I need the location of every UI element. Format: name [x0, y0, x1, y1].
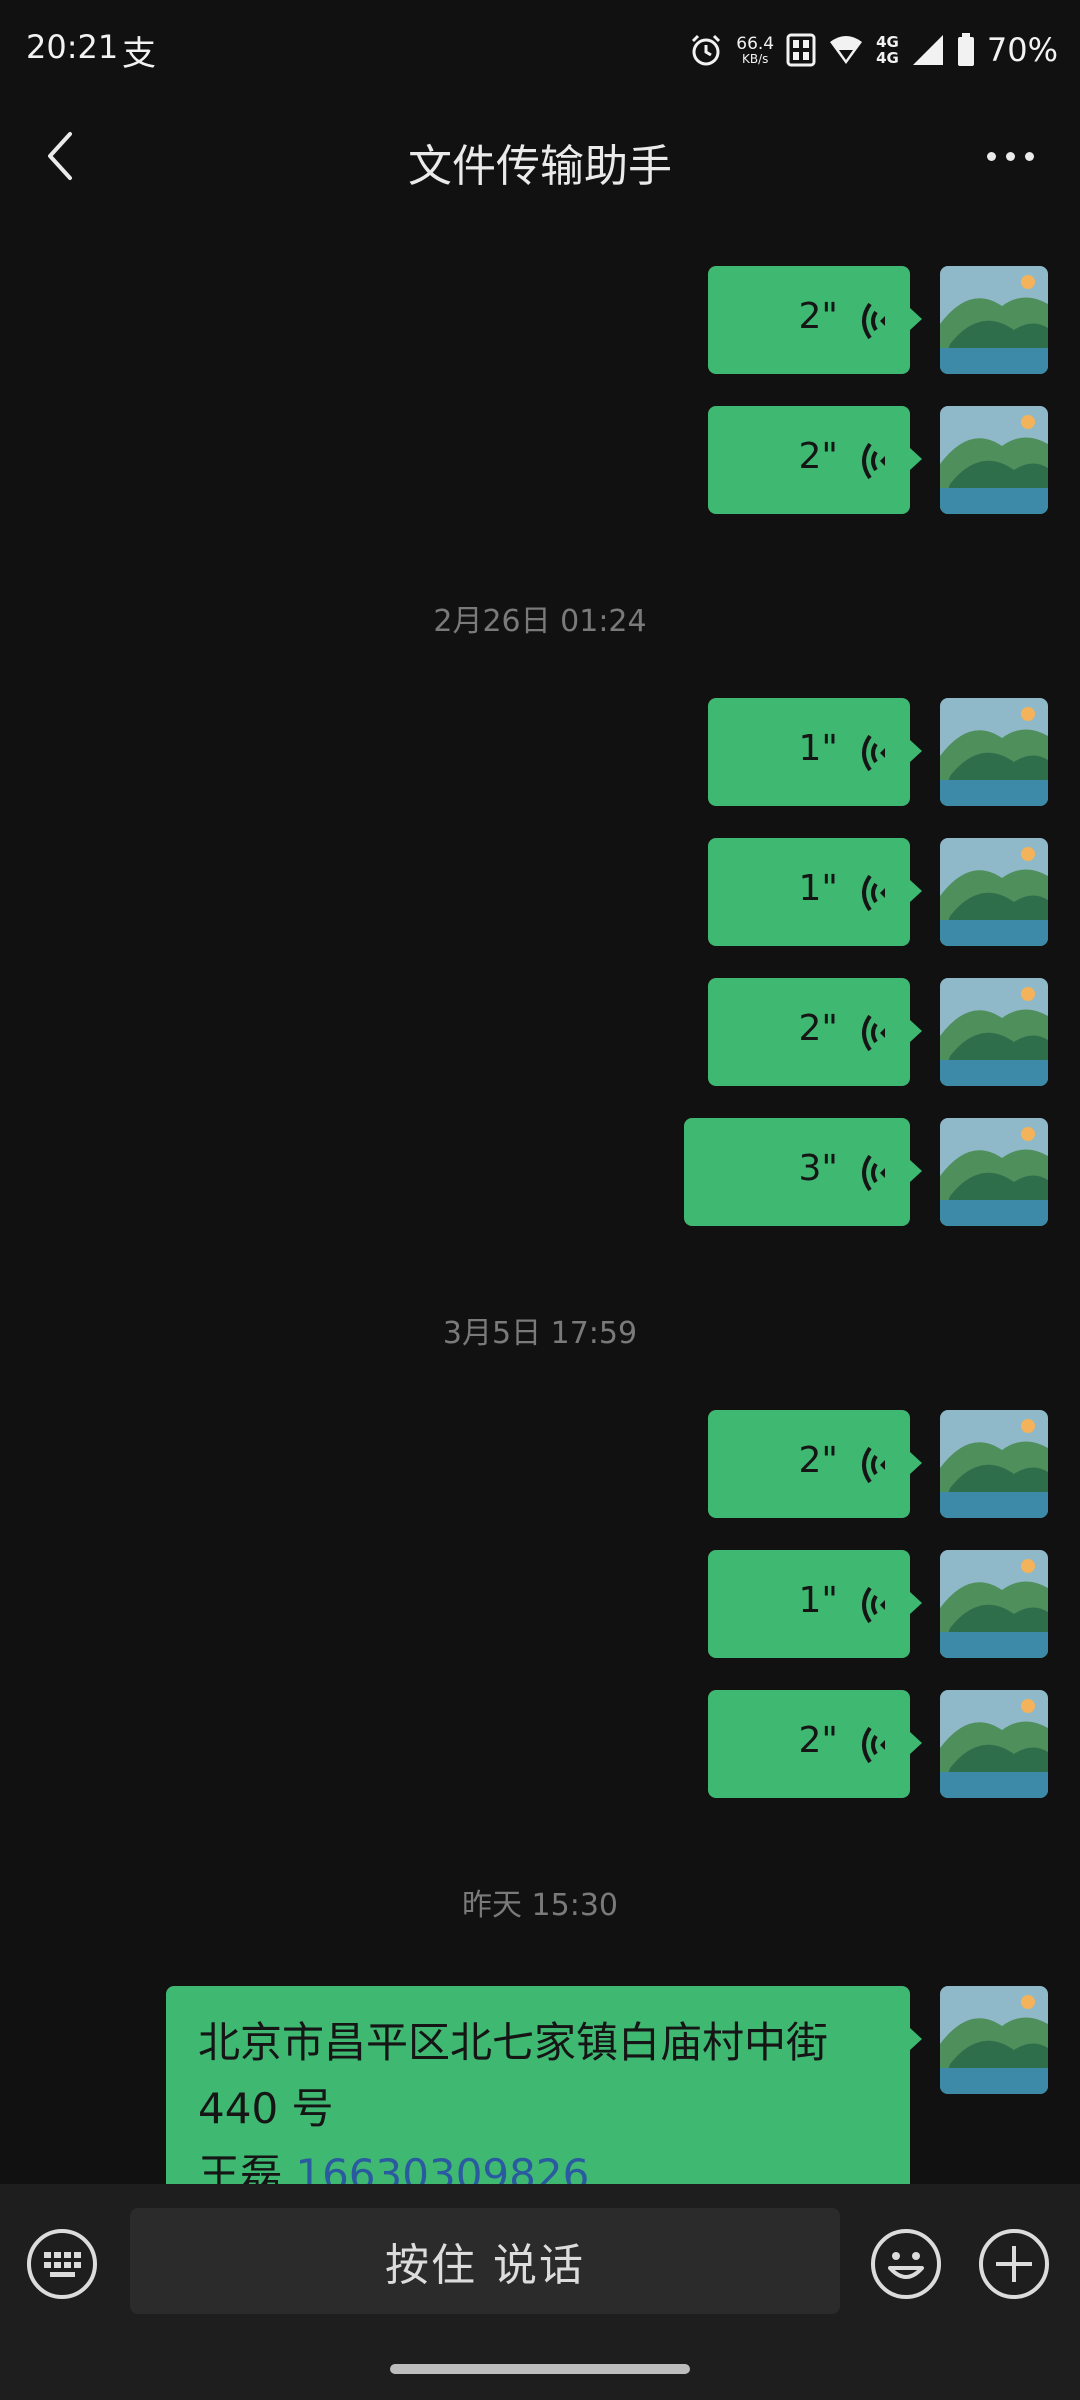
- keyboard-icon[interactable]: [26, 2228, 98, 2300]
- text-message[interactable]: 北京市昌平区北七家镇白庙村中街 440 号 王磊 16630309826: [148, 1986, 1048, 2184]
- voice-message[interactable]: 2": [708, 1690, 1048, 1798]
- voice-bubble[interactable]: 3": [684, 1118, 922, 1226]
- input-bar: 按住 说话: [0, 2184, 1080, 2400]
- home-indicator[interactable]: [390, 2364, 690, 2374]
- voice-wave-icon: [862, 1446, 885, 1484]
- voice-duration: 2": [798, 1720, 838, 1761]
- avatar[interactable]: [940, 1986, 1048, 2094]
- timestamp: 3月5日 17:59: [442, 1316, 638, 1351]
- alipay-notification-icon: 支: [122, 34, 156, 74]
- voice-wave-icon: [862, 1154, 885, 1192]
- voice-message[interactable]: 2": [708, 266, 1048, 374]
- address-line-1: 北京市昌平区北七家镇白庙村中街: [198, 2018, 829, 2067]
- nfc-icon: [786, 33, 816, 67]
- avatar[interactable]: [940, 1410, 1048, 1518]
- alarm-icon: [692, 34, 721, 66]
- hold-to-talk-button[interactable]: 按住 说话: [130, 2208, 840, 2314]
- voice-bubble[interactable]: 1": [708, 698, 922, 806]
- network-type-2: 4G: [876, 49, 899, 67]
- voice-wave-icon: [862, 1014, 885, 1052]
- speed-value: 66.4: [736, 33, 775, 54]
- voice-wave-icon: [862, 302, 885, 340]
- voice-bubble[interactable]: 1": [708, 1550, 922, 1658]
- voice-message[interactable]: 2": [708, 406, 1048, 514]
- plus-icon[interactable]: [978, 2228, 1050, 2300]
- network-type: 4G 4G: [876, 34, 899, 66]
- voice-wave-icon: [862, 442, 885, 480]
- more-dots-icon[interactable]: [980, 136, 1040, 176]
- emoji-icon[interactable]: [870, 2228, 942, 2300]
- voice-duration: 1": [798, 1580, 838, 1621]
- voice-duration: 1": [798, 868, 838, 909]
- avatar[interactable]: [940, 698, 1048, 806]
- contact-line: 王磊 16630309826: [198, 2142, 878, 2184]
- status-time: 20:21: [26, 28, 119, 66]
- voice-bubble[interactable]: 2": [708, 266, 922, 374]
- battery-percent: 70%: [986, 31, 1058, 69]
- text-bubble[interactable]: 北京市昌平区北七家镇白庙村中街 440 号 王磊 16630309826: [166, 1986, 922, 2184]
- voice-duration: 2": [798, 296, 838, 337]
- voice-message[interactable]: 3": [684, 1118, 1048, 1226]
- timestamp: 昨天 15:30: [462, 1888, 618, 1923]
- avatar[interactable]: [940, 1550, 1048, 1658]
- network-speed: 66.4 KB/s: [736, 33, 775, 66]
- voice-message[interactable]: 1": [708, 838, 1048, 946]
- avatar[interactable]: [940, 978, 1048, 1086]
- contact-name: 王磊: [198, 2150, 296, 2184]
- timestamp: 2月26日 01:24: [433, 604, 647, 639]
- avatar[interactable]: [940, 838, 1048, 946]
- wifi-icon: [830, 36, 863, 64]
- speed-unit: KB/s: [741, 51, 769, 66]
- voice-wave-icon: [862, 734, 885, 772]
- battery-icon: [957, 33, 974, 66]
- page-title: 文件传输助手: [408, 141, 672, 192]
- voice-wave-icon: [862, 1586, 885, 1624]
- voice-message[interactable]: 1": [708, 698, 1048, 806]
- address-line-2: 440 号: [198, 2084, 334, 2133]
- voice-wave-icon: [862, 874, 885, 912]
- voice-duration: 1": [798, 728, 838, 769]
- network-type-1: 4G: [876, 33, 899, 51]
- avatar[interactable]: [940, 1690, 1048, 1798]
- avatar[interactable]: [940, 406, 1048, 514]
- voice-message[interactable]: 2": [708, 978, 1048, 1086]
- voice-bubble[interactable]: 2": [708, 1410, 922, 1518]
- status-bar: 20:21 支 66.4 KB/s 4G 4G 70%: [0, 0, 1080, 100]
- status-icons: 66.4 KB/s 4G 4G 70%: [688, 22, 1058, 78]
- chat-header: 文件传输助手: [0, 100, 1080, 212]
- phone-link[interactable]: 16630309826: [295, 2150, 589, 2184]
- avatar[interactable]: [940, 1118, 1048, 1226]
- voice-duration: 3": [798, 1148, 838, 1189]
- voice-duration: 2": [798, 436, 838, 477]
- avatar[interactable]: [940, 266, 1048, 374]
- voice-bubble[interactable]: 2": [708, 978, 922, 1086]
- voice-bubble[interactable]: 2": [708, 406, 922, 514]
- voice-wave-icon: [862, 1726, 885, 1764]
- signal-icon: [912, 35, 943, 65]
- voice-bubble[interactable]: 1": [708, 838, 922, 946]
- voice-message[interactable]: 1": [708, 1550, 1048, 1658]
- voice-duration: 2": [798, 1440, 838, 1481]
- voice-message[interactable]: 2": [708, 1410, 1048, 1518]
- message-list[interactable]: 2" 2" 2月26日 01:24 1" 1" 2" 3" 3月5日 17:59…: [0, 212, 1080, 2184]
- voice-bubble[interactable]: 2": [708, 1690, 922, 1798]
- voice-duration: 2": [798, 1008, 838, 1049]
